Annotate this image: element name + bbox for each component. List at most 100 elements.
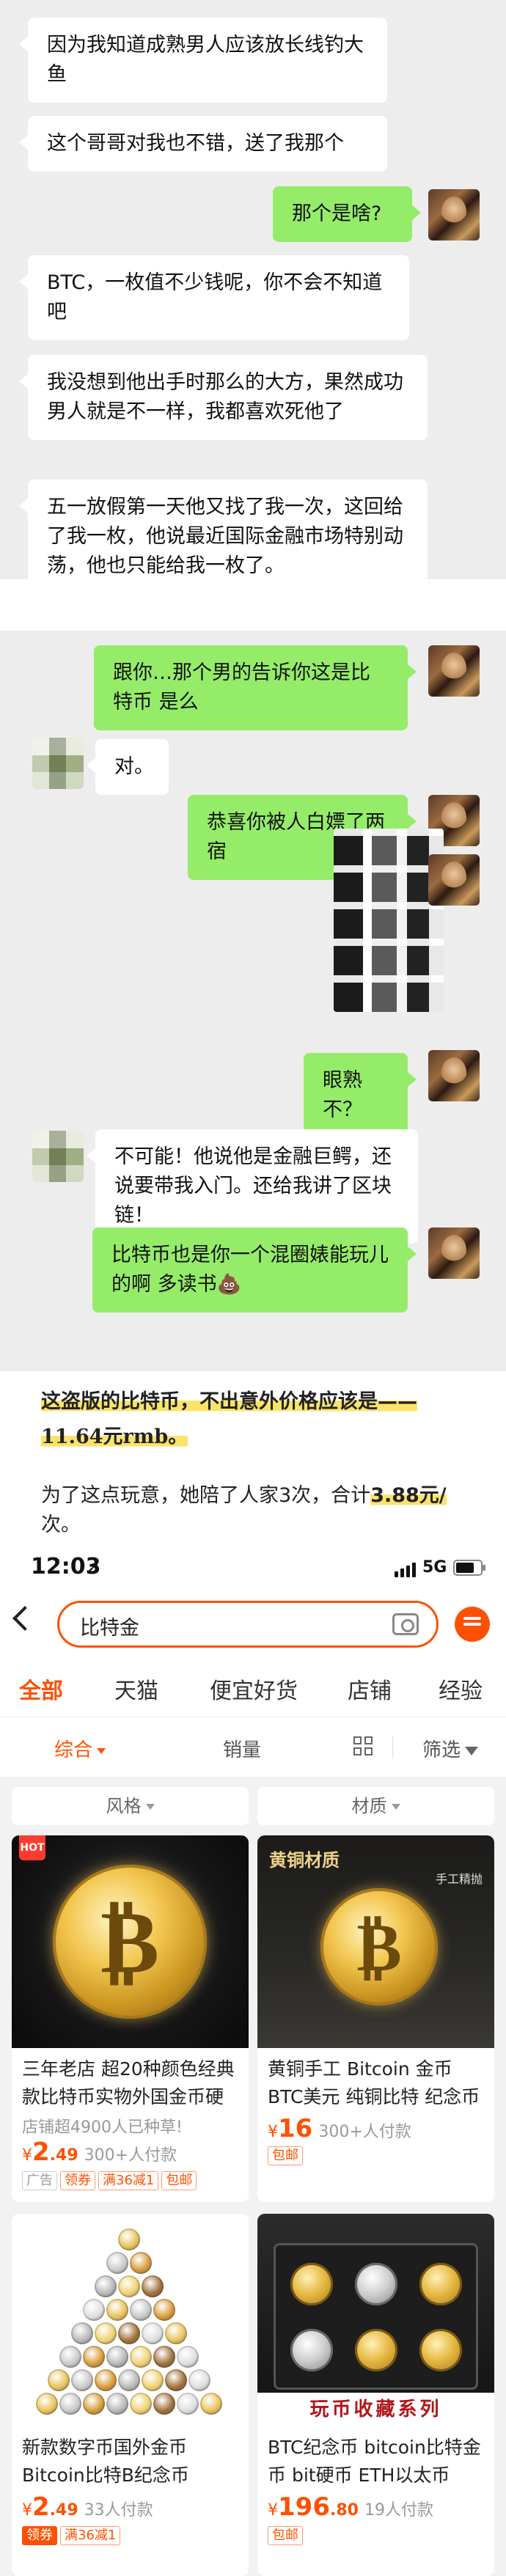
coin-icon (118, 2275, 140, 2297)
tab-tmall[interactable]: 天猫 (114, 1673, 158, 1705)
product-card[interactable]: 新款数字币国外金币Bitcoin比特B纪念币 ¥2.49 33人付款 领券 满36减… (12, 2214, 249, 2576)
status-bar: 12:03 ➚ 5G (0, 1544, 506, 1593)
tab-shops[interactable]: 店铺 (348, 1673, 392, 1705)
search-row: 比特金 (0, 1593, 506, 1658)
filter-label: 筛选 (422, 1739, 461, 1761)
menu-button[interactable] (455, 1607, 490, 1642)
bitcoin-coin-icon: ₿ (53, 1865, 207, 2019)
hot-badge: HOT (19, 1835, 45, 1860)
sold-count: 300+人付款 (318, 2123, 411, 2141)
divider (392, 1736, 393, 1758)
filter-icon (465, 1746, 479, 1755)
product-meta: 店铺超4900人已种草! (22, 2118, 183, 2137)
coin-icon (106, 2252, 128, 2274)
coin-icon (130, 2393, 152, 2415)
price-decimal: .80 (329, 2501, 359, 2520)
coin-icon (106, 2346, 128, 2368)
product-image[interactable]: 玩币收藏系列 (257, 2214, 494, 2426)
pixelated-image-message[interactable] (334, 829, 444, 1012)
ad-tag: 广告 (22, 2171, 57, 2190)
sold-count: 300+人付款 (84, 2146, 177, 2165)
article-line: 次。 (41, 1511, 81, 1540)
product-card[interactable]: 玩币收藏系列 BTC纪念币 bitcoin比特金币 bit硬币 ETH以太币 ¥… (257, 2214, 494, 2576)
chevron-down-icon (391, 1804, 400, 1810)
signal-icon (395, 1563, 418, 1577)
battery-icon (453, 1560, 485, 1576)
chat-bubble-left: BTC，一枚值不少钱呢，你不会不知道吧 (19, 255, 409, 340)
chat-bubble-right: 那个是啥? (273, 186, 421, 242)
highlighted-text: 这盗版的比特币，不出意外价格应该是—— (41, 1390, 417, 1413)
price-decimal: .49 (49, 2146, 78, 2165)
search-input[interactable]: 比特金 (57, 1601, 439, 1648)
user-avatar[interactable] (428, 854, 480, 906)
product-image[interactable] (12, 2214, 249, 2426)
coin-icon (59, 2346, 81, 2368)
chat-bubble-left: 五一放假第一天他又找了我一次，这回给了我一枚，他说最近国际金融市场特别动荡，他也… (19, 480, 428, 591)
image-label: 黄铜材质 (269, 1849, 340, 1871)
product-image[interactable]: 黄铜材质 手工精抛 ₿ (257, 1835, 494, 2048)
product-card[interactable]: 黄铜材质 手工精抛 ₿ 黄铜手工 Bitcoin 金币BTC美元 纯铜比特 纪念… (257, 1835, 494, 2202)
sort-comprehensive-label: 综合 (54, 1739, 93, 1761)
coin-icon (142, 2322, 164, 2344)
tab-cheap-goods[interactable]: 便宜好货 (210, 1673, 298, 1705)
chip-style-label: 风格 (106, 1796, 142, 1816)
user-avatar[interactable] (428, 1228, 480, 1279)
price-integer: 2 (32, 2492, 50, 2522)
chat-bubble-right: 眼熟不？ (304, 1053, 417, 1138)
coin-icon (118, 2322, 140, 2344)
coin-icon (83, 2299, 105, 2321)
product-price: ¥16 300+人付款 (268, 2114, 411, 2143)
product-title[interactable]: BTC纪念币 bitcoin比特金币 bit硬币 ETH以太币 (268, 2434, 488, 2489)
camera-icon[interactable] (392, 1613, 419, 1635)
free-shipping-tag: 包邮 (161, 2171, 197, 2190)
discount-tag: 满36减1 (98, 2171, 159, 2190)
currency-symbol: ¥ (268, 2123, 278, 2141)
coin-icon (200, 2393, 222, 2415)
chip-material[interactable]: 材质 (257, 1787, 494, 1825)
free-shipping-tag: 包邮 (268, 2526, 303, 2545)
article-text-span: 为了这点玩意，她陪了人家3次，合计 (41, 1484, 371, 1507)
spacer (0, 579, 506, 631)
price-integer: 196 (278, 2492, 330, 2522)
product-price: ¥196.80 19人付款 (268, 2492, 433, 2522)
article-text-span: 次。 (41, 1513, 81, 1536)
filter-button[interactable]: 筛选 (422, 1735, 479, 1762)
contact-avatar[interactable] (32, 1131, 84, 1182)
user-avatar[interactable] (428, 1050, 480, 1101)
coin-icon (95, 2369, 117, 2391)
free-shipping-tag: 包邮 (268, 2146, 303, 2165)
product-title[interactable]: 黄铜手工 Bitcoin 金币BTC美元 纯铜比特 纪念币 (268, 2055, 488, 2111)
chip-style[interactable]: 风格 (12, 1787, 249, 1825)
product-title[interactable]: 三年老店 超20种颜色经典款比特币实物外国金币硬 (22, 2055, 242, 2111)
tab-experience[interactable]: 经验 (439, 1673, 483, 1705)
highlighted-price: 11.64元rmb。 (41, 1425, 188, 1448)
discount-tag: 满36减1 (60, 2526, 121, 2545)
product-title[interactable]: 新款数字币国外金币Bitcoin比特B纪念币 (22, 2434, 242, 2489)
coin-icon (290, 2263, 333, 2305)
chevron-down-icon (145, 1804, 155, 1810)
coin-icon (71, 2322, 93, 2344)
price-integer: 2 (32, 2138, 50, 2167)
sort-sales[interactable]: 销量 (223, 1735, 261, 1762)
sold-count: 19人付款 (364, 2501, 433, 2520)
coin-icon (142, 2369, 164, 2391)
sort-comprehensive[interactable]: 综合 (54, 1735, 106, 1762)
contact-avatar[interactable] (32, 738, 84, 789)
chat-bubble-left: 对。 (87, 739, 169, 795)
sold-count: 33人付款 (84, 2501, 153, 2520)
grid-view-icon[interactable] (353, 1736, 374, 1757)
back-arrow-icon[interactable] (12, 1606, 37, 1631)
coin-icon (59, 2393, 81, 2415)
coin-icon (130, 2252, 152, 2274)
tab-all[interactable]: 全部 (19, 1673, 63, 1705)
chat-bubble-left: 这个哥哥对我也不错，送了我那个 (19, 116, 387, 172)
sort-bar: 综合 销量 筛选 (0, 1717, 506, 1777)
product-card[interactable]: ₿ HOT 三年老店 超20种颜色经典款比特币实物外国金币硬 店铺超4900人已… (12, 1835, 249, 2202)
user-avatar[interactable] (428, 189, 480, 241)
user-avatar[interactable] (428, 645, 480, 697)
coin-icon (290, 2329, 333, 2371)
product-image[interactable]: ₿ HOT (12, 1835, 249, 2048)
search-query[interactable]: 比特金 (80, 1612, 139, 1640)
price-decimal: .49 (49, 2501, 78, 2520)
coin-icon (48, 2369, 70, 2391)
